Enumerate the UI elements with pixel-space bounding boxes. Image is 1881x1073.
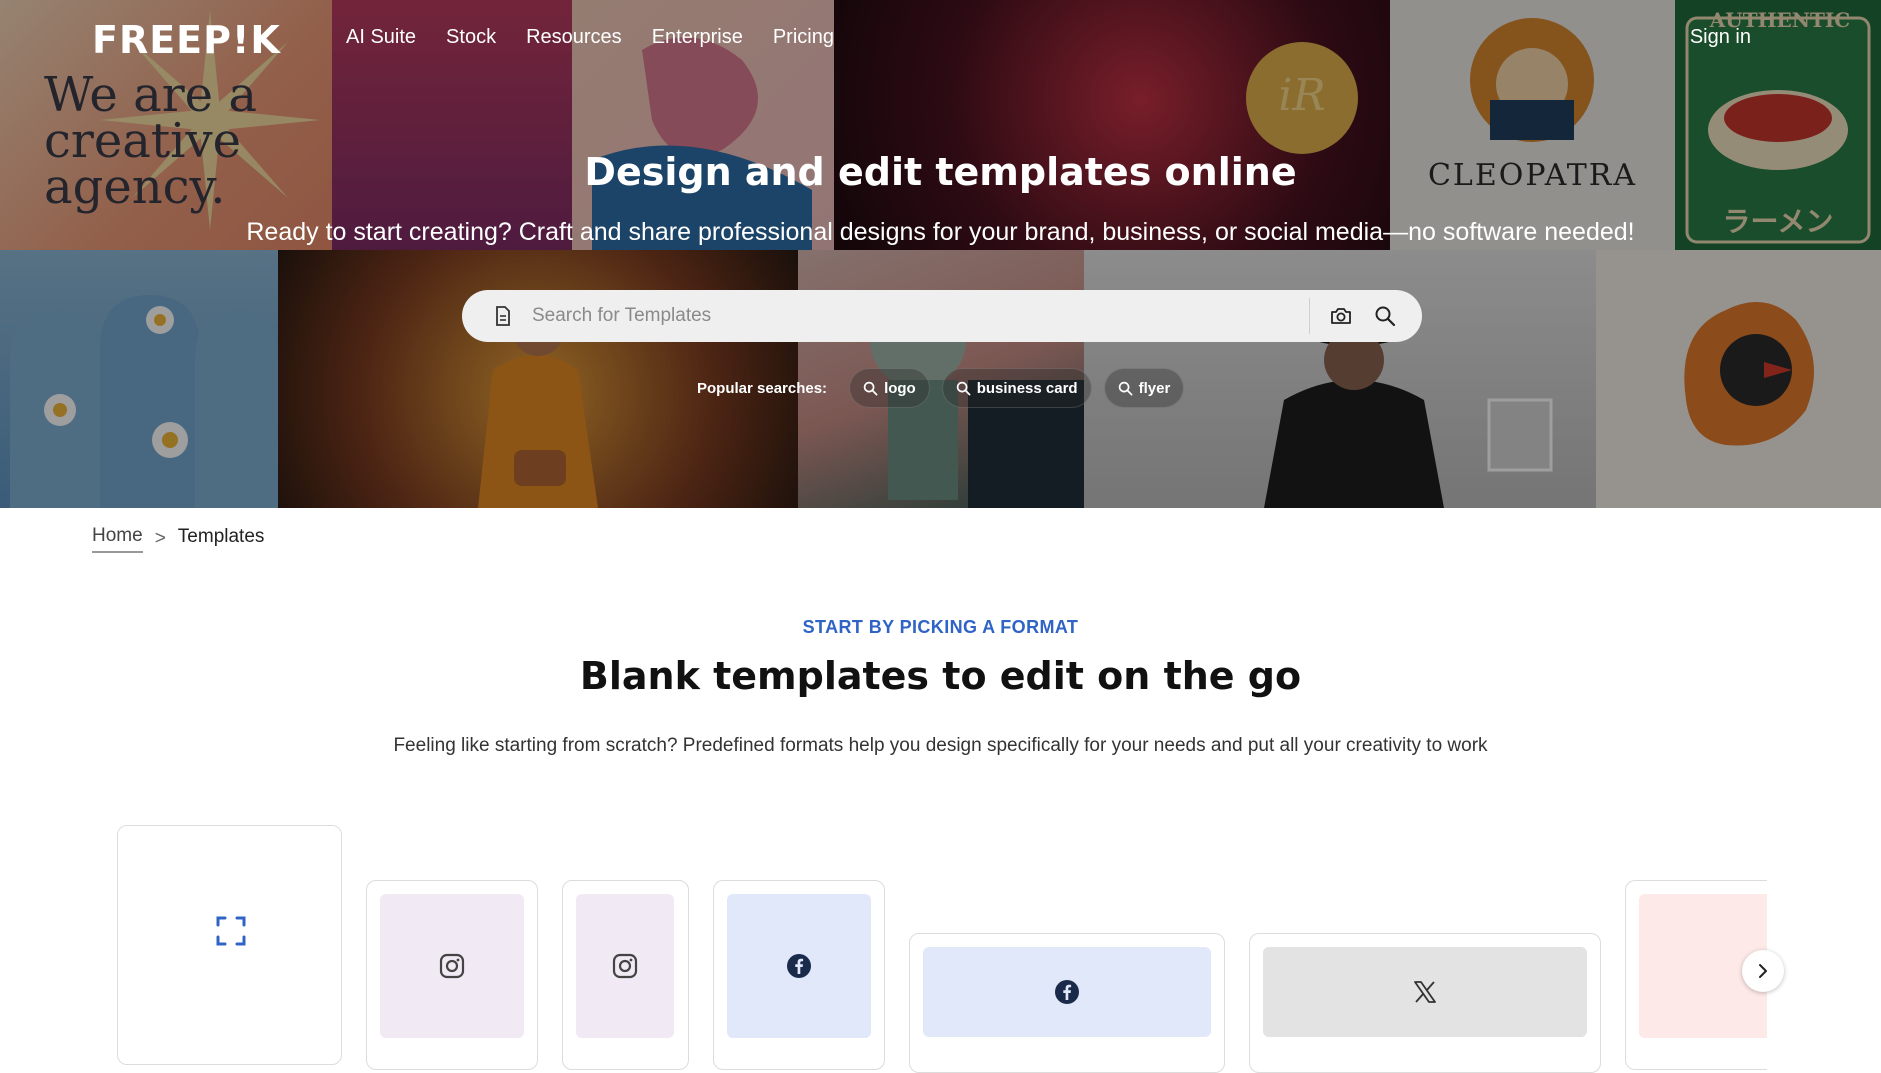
- facebook-icon: [787, 954, 811, 978]
- hero-banner: We are a creative agency. iR CLEOPATRA A…: [0, 0, 1881, 508]
- camera-icon[interactable]: [1326, 301, 1356, 331]
- chip-label: business card: [976, 379, 1078, 397]
- search-icon[interactable]: [1370, 301, 1400, 331]
- instagram-icon: [612, 953, 638, 979]
- breadcrumb-current: Templates: [177, 526, 265, 547]
- popular-chip-flyer[interactable]: flyer: [1103, 368, 1185, 408]
- breadcrumb-home[interactable]: Home: [92, 525, 143, 553]
- section-eyebrow: START BY PICKING A FORMAT: [802, 617, 1079, 637]
- breadcrumb: Home > Templates: [92, 525, 264, 553]
- popular-chip-logo[interactable]: logo: [849, 368, 930, 408]
- hero-overlay: [0, 0, 1881, 508]
- popular-searches-label: Popular searches:: [697, 379, 828, 397]
- nav-pricing[interactable]: Pricing: [773, 26, 834, 49]
- search-divider: [1309, 298, 1310, 334]
- format-card-instagram-story[interactable]: [562, 880, 689, 1070]
- x-icon: [1414, 981, 1436, 1003]
- popular-searches: Popular searches: logo business card fly…: [697, 368, 1185, 408]
- instagram-icon: [439, 953, 465, 979]
- popular-chip-business-card[interactable]: business card: [941, 368, 1092, 408]
- facebook-icon: [1055, 980, 1079, 1004]
- search-input[interactable]: [532, 305, 1309, 327]
- nav-enterprise[interactable]: Enterprise: [652, 26, 743, 49]
- sign-in-link[interactable]: Sign in: [1690, 26, 1751, 49]
- format-card-x-header[interactable]: [1249, 933, 1601, 1073]
- section-description: Feeling like starting from scratch? Pred…: [393, 735, 1488, 756]
- format-card-instagram-post[interactable]: [366, 880, 538, 1070]
- format-card-custom[interactable]: [117, 825, 342, 1065]
- template-search-bar: [462, 290, 1422, 342]
- document-icon: [492, 305, 514, 327]
- nav-stock[interactable]: Stock: [446, 26, 496, 49]
- format-card-facebook-cover[interactable]: [909, 933, 1225, 1073]
- hero-subtitle: Ready to start creating? Craft and share…: [246, 218, 1635, 246]
- chip-label: flyer: [1138, 379, 1171, 397]
- format-card-facebook-post[interactable]: [713, 880, 885, 1070]
- chevron-right-icon: [1759, 964, 1767, 978]
- search-icon: [956, 381, 971, 395]
- nav-ai-suite[interactable]: AI Suite: [346, 26, 416, 49]
- freepik-logo[interactable]: FREEP!K: [92, 18, 281, 62]
- top-navigation: AI Suite Stock Resources Enterprise Pric…: [346, 26, 834, 49]
- breadcrumb-separator: >: [154, 528, 166, 549]
- chip-label: logo: [884, 379, 916, 397]
- nav-resources[interactable]: Resources: [526, 26, 622, 49]
- custom-size-icon: [216, 916, 245, 946]
- search-icon: [863, 381, 878, 395]
- search-icon: [1118, 381, 1133, 395]
- carousel-next-button[interactable]: [1742, 950, 1784, 992]
- hero-title: Design and edit templates online: [584, 150, 1297, 194]
- section-title: Blank templates to edit on the go: [579, 654, 1302, 698]
